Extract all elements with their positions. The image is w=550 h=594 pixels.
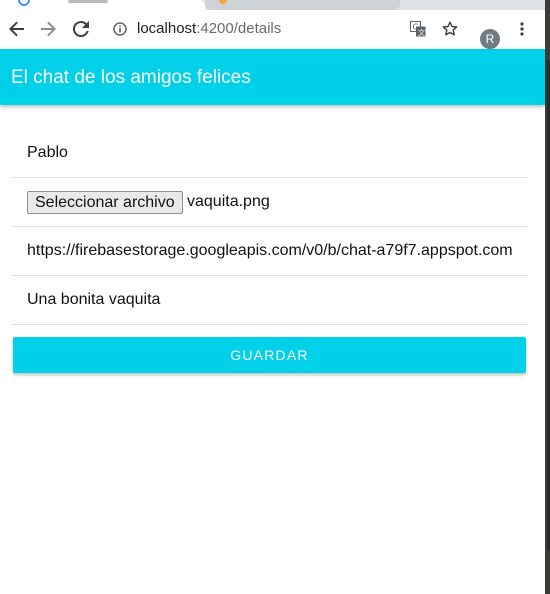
image-url-field[interactable]: https://firebasestorage.googleapis.com/v… — [11, 227, 528, 276]
star-icon — [442, 21, 458, 36]
name-value: Pablo — [27, 144, 68, 161]
image-url-value: https://firebasestorage.googleapis.com/v… — [27, 242, 513, 259]
address-bar[interactable]: localhost:4200/details — [137, 20, 281, 38]
more-vert-icon — [520, 22, 524, 36]
description-field[interactable]: Una bonita vaquita — [11, 276, 528, 325]
app-title: El chat de los amigos felices — [11, 67, 251, 88]
reload-button[interactable] — [66, 10, 96, 48]
url-host: localhost — [137, 20, 197, 37]
url-path: :4200/details — [196, 20, 282, 37]
translate-button[interactable]: G 文 — [403, 10, 433, 48]
bookmark-button[interactable] — [435, 10, 465, 48]
profile-avatar[interactable]: R — [480, 29, 500, 49]
back-arrow-icon — [9, 21, 24, 37]
translate-icon: G 文 — [410, 21, 426, 37]
tab-title — [68, 0, 108, 3]
file-select-button[interactable]: Seleccionar archivo — [27, 191, 183, 214]
forward-button[interactable] — [33, 10, 63, 48]
browser-window: localhost:4200/details G 文 R El chat de … — [0, 0, 545, 594]
svg-text:文: 文 — [418, 28, 425, 37]
browser-toolbar: localhost:4200/details G 文 R — [0, 10, 545, 49]
file-row: Seleccionar archivo vaquita.png — [11, 178, 528, 227]
desktop-background — [545, 0, 550, 594]
tab-favicon-icon — [18, 0, 30, 6]
tab-active[interactable] — [0, 0, 205, 10]
file-name-label: vaquita.png — [187, 193, 270, 210]
back-button[interactable] — [2, 10, 32, 48]
description-value: Una bonita vaquita — [27, 291, 161, 308]
name-field[interactable]: Pablo — [11, 129, 528, 178]
app-toolbar: El chat de los amigos felices — [0, 49, 545, 105]
tab-strip — [0, 0, 545, 10]
tab-favicon-icon — [219, 0, 227, 4]
reload-icon — [73, 21, 89, 37]
info-icon[interactable] — [113, 22, 127, 36]
forward-arrow-icon — [41, 21, 56, 37]
save-button[interactable]: GUARDAR — [13, 337, 526, 373]
tab-inactive[interactable] — [205, 0, 400, 10]
menu-button[interactable] — [507, 10, 537, 48]
